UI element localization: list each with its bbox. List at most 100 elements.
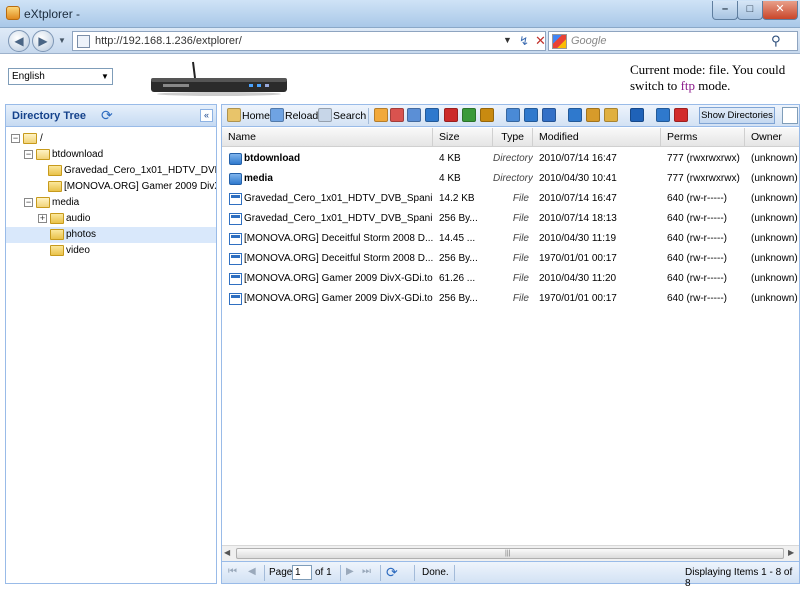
search-icon[interactable]: ⚲ xyxy=(771,33,781,49)
cell-type: Directory xyxy=(493,173,533,184)
cell-name: media xyxy=(222,169,433,189)
scrollbar-thumb[interactable]: ||| xyxy=(236,548,784,559)
cell-perms: 640 (rw-r-----) xyxy=(667,273,727,284)
move-icon[interactable] xyxy=(425,108,439,122)
next-page-icon[interactable]: ▶ xyxy=(346,566,354,577)
table-row[interactable]: Gravedad_Cero_1x01_HDTV_DVB_Spani... 14.2… xyxy=(222,189,799,209)
page-number-input[interactable]: 1 xyxy=(292,565,312,580)
table-row[interactable]: media 4 KB Directory 2010/04/30 10:41 777 (r… xyxy=(222,169,799,189)
cell-name: [MONOVA.ORG] Gamer 2009 DivX-GDi.to... xyxy=(222,289,433,309)
horizontal-scrollbar[interactable]: ◀ ||| ▶ xyxy=(222,545,799,561)
close-window-button[interactable]: ✕ xyxy=(762,1,798,20)
tree-node-media[interactable]: − media xyxy=(6,195,216,211)
tree-node-gravedad[interactable]: Gravedad_Cero_1x01_HDTV_DVB_Spa xyxy=(6,163,216,179)
address-bar[interactable]: http://192.168.1.236/extplorer/ ▼ ↯ ✕ xyxy=(72,31,546,51)
tree-node-label: video xyxy=(66,245,90,256)
tree-node-label: audio xyxy=(66,213,91,224)
column-header-name[interactable]: Name xyxy=(222,128,433,147)
url-text[interactable]: http://192.168.1.236/extplorer/ xyxy=(95,35,242,47)
file-icon xyxy=(229,273,242,285)
column-header-type[interactable]: Type xyxy=(493,128,533,147)
refresh-tree-icon[interactable]: ⟳ xyxy=(101,107,113,124)
edit-icon[interactable] xyxy=(390,108,404,122)
new-file-icon[interactable] xyxy=(374,108,388,122)
stop-icon[interactable]: ✕ xyxy=(535,33,546,49)
search-icon xyxy=(318,108,332,122)
home-icon xyxy=(227,108,241,122)
table-row[interactable]: [MONOVA.ORG] Gamer 2009 DivX-GDi.to... 25… xyxy=(222,289,799,309)
folder-icon xyxy=(50,229,64,240)
delete-icon[interactable] xyxy=(444,108,458,122)
collapse-panel-button[interactable]: « xyxy=(200,109,213,122)
copy-icon[interactable] xyxy=(407,108,421,122)
tree-node-btdownload[interactable]: − btdownload xyxy=(6,147,216,163)
collapse-toggle-icon[interactable]: − xyxy=(24,198,33,207)
chmod-icon[interactable] xyxy=(480,108,494,122)
expand-toggle-icon[interactable]: + xyxy=(38,214,47,223)
reload-button[interactable]: Reload xyxy=(285,108,318,124)
column-header-size[interactable]: Size xyxy=(433,128,493,147)
column-header-perms[interactable]: Perms xyxy=(661,128,745,147)
collapse-toggle-icon[interactable]: − xyxy=(11,134,20,143)
collapse-toggle-icon[interactable]: − xyxy=(24,150,33,159)
cell-owner: (unknown) xyxy=(751,213,798,224)
cell-modified: 2010/07/14 18:13 xyxy=(539,213,617,224)
history-dropdown-icon[interactable]: ▼ xyxy=(58,36,66,45)
maximize-button[interactable]: □ xyxy=(737,1,763,20)
search-input[interactable]: Google xyxy=(571,35,606,47)
file-icon xyxy=(229,233,242,245)
table-row[interactable]: Gravedad_Cero_1x01_HDTV_DVB_Spani... 256 … xyxy=(222,209,799,229)
rename-icon[interactable] xyxy=(462,108,476,122)
show-directories-button[interactable]: Show Directories xyxy=(699,107,775,124)
cell-owner: (unknown) xyxy=(751,193,798,204)
tree-node-monova-gamer[interactable]: [MONOVA.ORG] Gamer 2009 DivX-GDi xyxy=(6,179,216,195)
refresh-icon[interactable]: ⟳ xyxy=(386,564,398,581)
tree-node-photos[interactable]: photos xyxy=(6,227,216,243)
help-icon[interactable] xyxy=(630,108,644,122)
prev-page-icon[interactable]: ◀ xyxy=(248,566,256,577)
logout-icon[interactable] xyxy=(674,108,688,122)
upload-icon[interactable] xyxy=(568,108,582,122)
table-row[interactable]: btdownload 4 KB Directory 2010/07/14 16:47 7… xyxy=(222,149,799,169)
cell-modified: 1970/01/01 00:17 xyxy=(539,293,617,304)
first-page-icon[interactable]: ⏮ xyxy=(228,566,237,577)
tree-node-root[interactable]: − / xyxy=(6,131,216,147)
cell-perms: 640 (rw-r-----) xyxy=(667,193,727,204)
pager-separator xyxy=(454,565,455,581)
refresh-icon[interactable]: ↯ xyxy=(519,34,529,48)
filter-input[interactable] xyxy=(782,107,798,124)
scroll-right-icon[interactable]: ▶ xyxy=(788,548,794,557)
url-dropdown-icon[interactable]: ▼ xyxy=(503,35,512,45)
diff-icon[interactable] xyxy=(524,108,538,122)
reload-icon xyxy=(270,108,284,122)
forward-button[interactable]: ▶ xyxy=(32,30,54,52)
search-button[interactable]: Search xyxy=(333,108,366,124)
view-icon[interactable] xyxy=(506,108,520,122)
search-box[interactable]: Google ⚲ xyxy=(548,31,798,51)
table-row[interactable]: [MONOVA.ORG] Deceitful Storm 2008 D... 14… xyxy=(222,229,799,249)
cell-modified: 2010/07/14 16:47 xyxy=(539,153,617,164)
last-page-icon[interactable]: ⏭ xyxy=(362,566,371,577)
home-button[interactable]: Home xyxy=(242,108,270,124)
extract-icon[interactable] xyxy=(604,108,618,122)
page-icon xyxy=(77,35,90,48)
archive-icon[interactable] xyxy=(586,108,600,122)
minimize-button[interactable]: – xyxy=(712,1,738,20)
scroll-left-icon[interactable]: ◀ xyxy=(224,548,230,557)
file-name: Gravedad_Cero_1x01_HDTV_DVB_Spani... xyxy=(244,213,433,224)
back-button[interactable]: ◀ xyxy=(8,30,30,52)
tree-node-audio[interactable]: + audio xyxy=(6,211,216,227)
table-row[interactable]: [MONOVA.ORG] Deceitful Storm 2008 D... 25… xyxy=(222,249,799,269)
table-row[interactable]: [MONOVA.ORG] Gamer 2009 DivX-GDi.to... 61… xyxy=(222,269,799,289)
admin-icon[interactable] xyxy=(656,108,670,122)
tree-node-label: btdownload xyxy=(52,149,104,160)
tree-node-video[interactable]: video xyxy=(6,243,216,259)
language-select[interactable]: English ▼ xyxy=(8,68,113,85)
download-icon[interactable] xyxy=(542,108,556,122)
column-header-modified[interactable]: Modified xyxy=(533,128,661,147)
ftp-mode-link[interactable]: ftp xyxy=(681,78,695,93)
cell-modified: 2010/04/30 11:19 xyxy=(539,233,617,244)
panel-header: Directory Tree ⟳ « xyxy=(6,105,216,127)
column-header-owner[interactable]: Owner xyxy=(745,128,799,147)
panel-title: Directory Tree xyxy=(12,110,86,122)
